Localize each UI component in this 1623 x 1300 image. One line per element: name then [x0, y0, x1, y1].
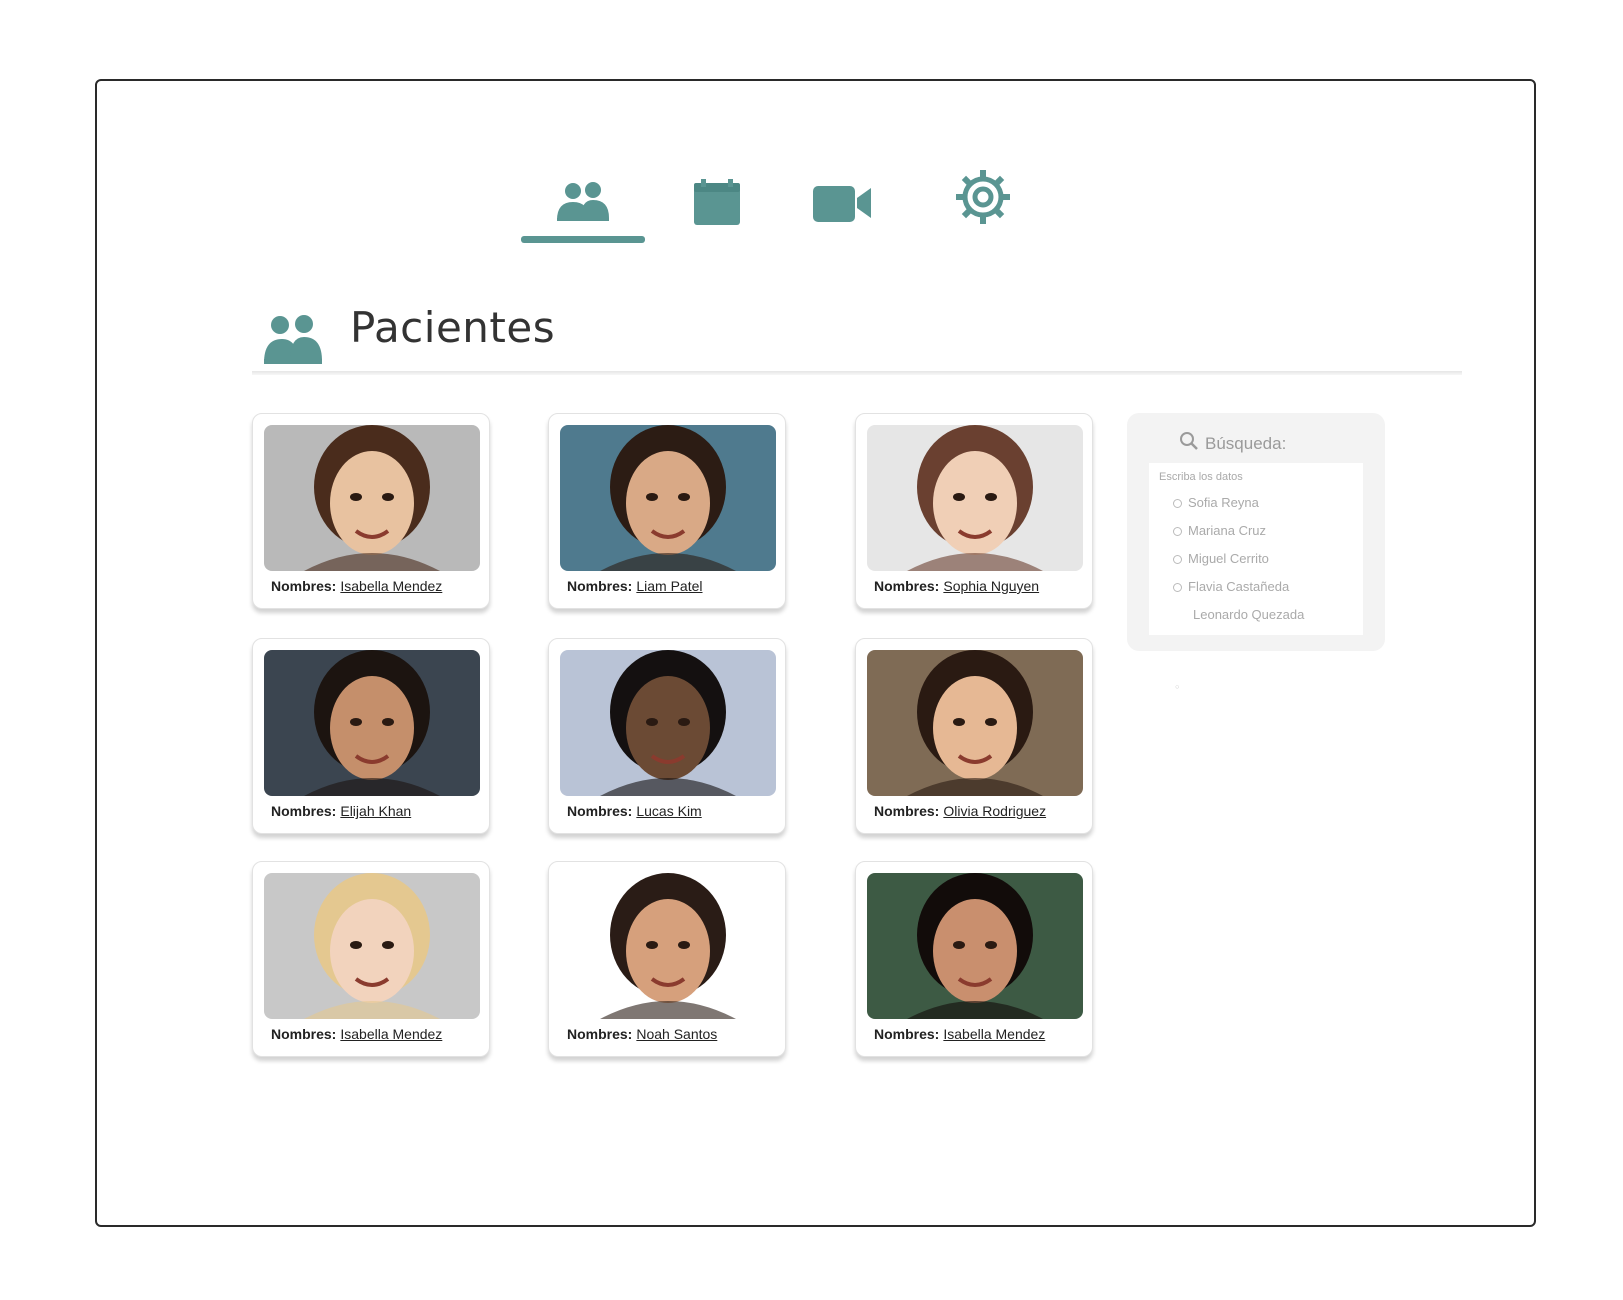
users-icon	[555, 180, 611, 230]
patient-card[interactable]: Nombres: Olivia Rodriguez	[855, 638, 1093, 834]
name-field-label: Nombres:	[567, 803, 633, 819]
patient-name-link[interactable]: Isabella Mendez	[340, 1026, 442, 1042]
patient-name-label: Nombres: Noah Santos	[567, 1026, 717, 1042]
name-field-label: Nombres:	[567, 1026, 633, 1042]
patient-name-label: Nombres: Olivia Rodriguez	[874, 803, 1046, 819]
search-title: Búsqueda:	[1179, 431, 1286, 456]
name-field-label: Nombres:	[567, 578, 633, 594]
radio-dot-icon	[1173, 527, 1182, 537]
radio-dot-icon	[1173, 499, 1182, 509]
patient-name-link[interactable]: Noah Santos	[636, 1026, 717, 1042]
name-field-label: Nombres:	[271, 578, 337, 594]
patient-name-link[interactable]: Elijah Khan	[340, 803, 411, 819]
woman-glasses-avatar	[264, 425, 480, 571]
header-divider	[252, 371, 1462, 375]
name-field-label: Nombres:	[874, 1026, 940, 1042]
search-result-name: Sofia Reyna	[1188, 495, 1259, 510]
woman-dark-hair-avatar	[867, 873, 1083, 1019]
calendar-icon	[692, 179, 742, 231]
patient-card[interactable]: Nombres: Lucas Kim	[548, 638, 786, 834]
search-result-item[interactable]: Leonardo Quezada	[1159, 601, 1353, 629]
patient-name-label: Nombres: Isabella Mendez	[271, 1026, 442, 1042]
app-window: Pacientes Nombres: Isabella Mendez Nombres…	[95, 79, 1536, 1227]
woman-short-hair-avatar	[867, 425, 1083, 571]
patient-card[interactable]: Nombres: Sophia Nguyen	[855, 413, 1093, 609]
patient-name-link[interactable]: Sophia Nguyen	[943, 578, 1039, 594]
woman-smiling-avatar	[867, 650, 1083, 796]
name-field-label: Nombres:	[874, 578, 940, 594]
tab-pacientes[interactable]	[521, 167, 645, 243]
patient-name-label: Nombres: Isabella Mendez	[271, 578, 442, 594]
stray-mark: ◦	[1174, 681, 1181, 694]
search-result-name: Flavia Castañeda	[1188, 579, 1290, 594]
radio-dot-icon	[1173, 583, 1182, 593]
search-result-item[interactable]: Flavia Castañeda	[1159, 573, 1353, 601]
radio-dot-icon	[1173, 555, 1182, 565]
patient-card[interactable]: Nombres: Isabella Mendez	[855, 861, 1093, 1057]
name-field-label: Nombres:	[271, 803, 337, 819]
users-icon	[262, 311, 324, 369]
patient-name-label: Nombres: Liam Patel	[567, 578, 703, 594]
search-result-name: Miguel Cerrito	[1188, 551, 1269, 566]
search-result-item[interactable]: Mariana Cruz	[1159, 517, 1353, 545]
patient-name-link[interactable]: Liam Patel	[636, 578, 702, 594]
blonde-woman-avatar	[264, 873, 480, 1019]
patient-name-label: Nombres: Sophia Nguyen	[874, 578, 1039, 594]
page-header: Pacientes	[252, 301, 1462, 371]
active-tab-indicator	[521, 236, 645, 243]
gear-icon	[954, 168, 1012, 230]
patient-card[interactable]: Nombres: Noah Santos	[548, 861, 786, 1057]
search-subtitle: Escriba los datos	[1159, 471, 1243, 483]
patient-name-label: Nombres: Elijah Khan	[271, 803, 411, 819]
tab-calendario[interactable]	[655, 167, 779, 243]
video-camera-icon	[811, 182, 873, 228]
tab-configuracion[interactable]	[921, 161, 1045, 237]
search-result-name: Leonardo Quezada	[1193, 607, 1305, 622]
search-result-name: Mariana Cruz	[1188, 523, 1267, 538]
young-man-avatar	[560, 650, 776, 796]
man-smiling-avatar	[560, 425, 776, 571]
tab-videollamada[interactable]	[780, 167, 904, 243]
search-results: Escriba los datos Sofia Reyna Mariana Cru…	[1149, 463, 1363, 635]
patient-name-link[interactable]: Isabella Mendez	[340, 578, 442, 594]
name-field-label: Nombres:	[874, 803, 940, 819]
patient-name-label: Nombres: Isabella Mendez	[874, 1026, 1045, 1042]
patient-card[interactable]: Nombres: Isabella Mendez	[252, 413, 490, 609]
search-title-label: Búsqueda:	[1205, 433, 1287, 453]
search-result-item[interactable]: Sofia Reyna	[1159, 489, 1353, 517]
patient-name-label: Nombres: Lucas Kim	[567, 803, 702, 819]
search-panel: Búsqueda: Escriba los datos Sofia Reyna M…	[1127, 413, 1385, 651]
patient-card[interactable]: Nombres: Liam Patel	[548, 413, 786, 609]
patient-name-link[interactable]: Olivia Rodriguez	[943, 803, 1046, 819]
man-beard-avatar	[264, 650, 480, 796]
patient-card[interactable]: Nombres: Isabella Mendez	[252, 861, 490, 1057]
search-icon	[1179, 431, 1199, 456]
patient-card[interactable]: Nombres: Elijah Khan	[252, 638, 490, 834]
name-field-label: Nombres:	[271, 1026, 337, 1042]
page-title: Pacientes	[350, 303, 556, 352]
search-result-item[interactable]: Miguel Cerrito	[1159, 545, 1353, 573]
patient-name-link[interactable]: Isabella Mendez	[943, 1026, 1045, 1042]
man-white-shirt-avatar	[560, 873, 776, 1019]
patient-name-link[interactable]: Lucas Kim	[636, 803, 701, 819]
